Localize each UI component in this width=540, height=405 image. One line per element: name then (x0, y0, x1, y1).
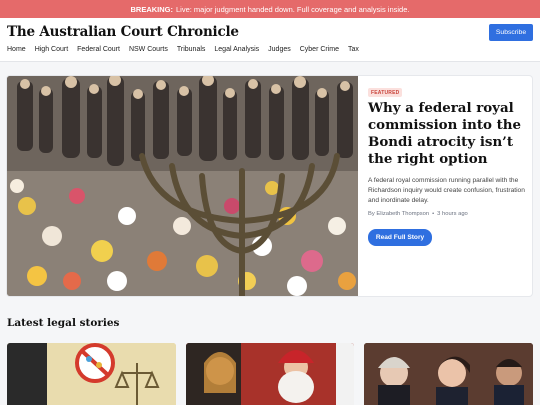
story-thumbnail[interactable] (364, 343, 533, 405)
story-card[interactable] (186, 343, 354, 405)
story-card[interactable] (364, 343, 533, 405)
featured-badge: FEATURED (368, 88, 403, 97)
meta-separator: • (432, 211, 435, 217)
header-divider (0, 61, 540, 62)
nav-item-judges[interactable]: Judges (268, 46, 291, 53)
breaking-label: BREAKING: (130, 4, 174, 14)
main-nav: Home High Court Federal Court NSW Courts… (7, 46, 359, 53)
story-card[interactable] (7, 343, 176, 405)
publish-time: 3 hours ago (437, 211, 468, 217)
featured-summary: A federal royal commission running paral… (368, 177, 525, 204)
nav-item-legal-analysis[interactable]: Legal Analysis (214, 46, 259, 53)
subscribe-button[interactable]: Subscribe (489, 24, 533, 41)
latest-section-title: Latest legal stories (7, 317, 120, 329)
breaking-banner: BREAKING: Live: major judgment handed do… (0, 0, 540, 18)
site-header: The Australian Court Chronicle Subscribe… (0, 18, 540, 61)
featured-image[interactable] (7, 76, 358, 296)
site-logo[interactable]: The Australian Court Chronicle (7, 24, 239, 40)
story-thumbnail[interactable] (186, 343, 354, 405)
breaking-text: Live: major judgment handed down. Full c… (176, 4, 410, 14)
read-full-story-button[interactable]: Read Full Story (368, 229, 432, 246)
author-name[interactable]: By Elizabeth Thompson (368, 211, 429, 217)
featured-headline[interactable]: Why a federal royal commission into the … (368, 100, 526, 168)
featured-story: FEATURED Why a federal royal commission … (7, 76, 532, 296)
nav-item-tax[interactable]: Tax (348, 46, 359, 53)
nav-item-high-court[interactable]: High Court (35, 46, 68, 53)
featured-meta: By Elizabeth Thompson • 3 hours ago (368, 211, 468, 217)
nav-item-federal-court[interactable]: Federal Court (77, 46, 120, 53)
nav-item-tribunals[interactable]: Tribunals (177, 46, 206, 53)
nav-item-cyber-crime[interactable]: Cyber Crime (300, 46, 339, 53)
nav-item-nsw-courts[interactable]: NSW Courts (129, 46, 168, 53)
story-thumbnail[interactable] (7, 343, 176, 405)
nav-item-home[interactable]: Home (7, 46, 26, 53)
